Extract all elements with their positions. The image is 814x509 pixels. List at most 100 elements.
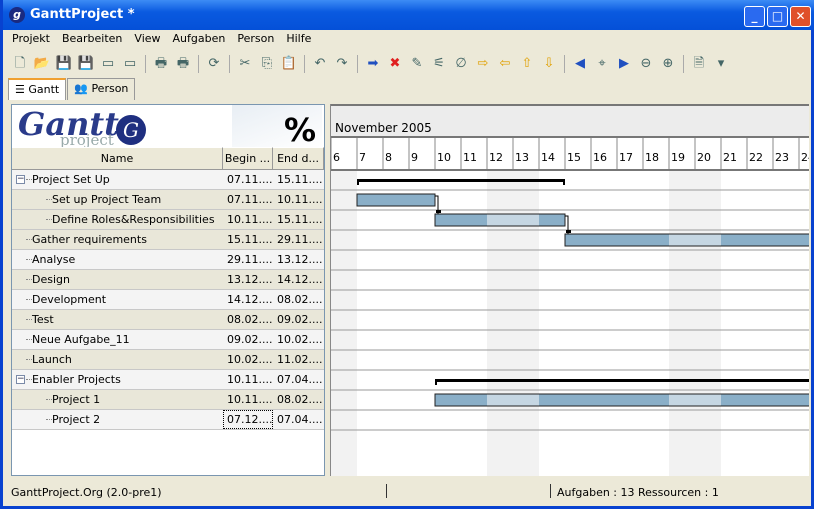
task-name-cell[interactable]: Test bbox=[12, 310, 223, 329]
task-end-cell[interactable]: 29.11.... bbox=[273, 230, 324, 249]
move-down-icon[interactable]: ⇩ bbox=[538, 53, 560, 75]
overflow-icon[interactable]: ▾ bbox=[710, 53, 732, 75]
task-name-cell[interactable]: Design bbox=[12, 270, 223, 289]
task-name-cell[interactable]: Project 2 bbox=[12, 410, 223, 429]
day-label: 6 bbox=[333, 151, 340, 164]
link-icon[interactable]: ∅ bbox=[450, 53, 472, 75]
task-begin-cell[interactable]: 10.11.... bbox=[223, 390, 273, 409]
task-end-cell[interactable]: 11.02.... bbox=[273, 350, 324, 369]
menu-person[interactable]: Person bbox=[231, 30, 280, 50]
table-row[interactable]: − Enabler Projects 10.11.... 07.04.... bbox=[12, 370, 324, 390]
minimize-button[interactable]: _ bbox=[744, 6, 765, 27]
scroll-left-icon[interactable]: ◀ bbox=[569, 53, 591, 75]
print-icon[interactable]: 🖶 bbox=[150, 53, 172, 75]
table-row[interactable]: Launch 10.02.... 11.02.... bbox=[12, 350, 324, 370]
task-end-cell[interactable]: 07.04.... bbox=[273, 370, 324, 389]
task-name-cell[interactable]: Analyse bbox=[12, 250, 223, 269]
task-name-cell[interactable]: Define Roles&Responsibilities bbox=[12, 210, 223, 229]
collapse-icon[interactable]: − bbox=[16, 175, 25, 184]
zoom-in-icon[interactable]: ⊕ bbox=[657, 53, 679, 75]
fit-icon[interactable]: ⌖ bbox=[591, 53, 613, 75]
table-row[interactable]: Test 08.02.... 09.02.... bbox=[12, 310, 324, 330]
task-name-cell[interactable]: Set up Project Team bbox=[12, 190, 223, 209]
outdent-icon[interactable]: ⇦ bbox=[494, 53, 516, 75]
cut-icon[interactable]: ✂ bbox=[234, 53, 256, 75]
task-begin-cell[interactable]: 15.11.... bbox=[223, 230, 273, 249]
task-end-cell[interactable]: 14.12.... bbox=[273, 270, 324, 289]
menu-hilfe[interactable]: Hilfe bbox=[280, 30, 317, 50]
task-end-cell[interactable]: 10.11.... bbox=[273, 190, 324, 209]
maximize-button[interactable]: □ bbox=[767, 6, 788, 27]
task-begin-cell[interactable]: 09.02.... bbox=[223, 330, 273, 349]
task-begin-cell[interactable]: 10.02.... bbox=[223, 350, 273, 369]
task-end-cell[interactable]: 09.02.... bbox=[273, 310, 324, 329]
table-row[interactable]: Set up Project Team 07.11.... 10.11.... bbox=[12, 190, 324, 210]
menu-aufgaben[interactable]: Aufgaben bbox=[167, 30, 232, 50]
task-begin-cell[interactable]: 07.12.... bbox=[223, 410, 273, 429]
table-row[interactable]: Define Roles&Responsibilities 10.11.... 15… bbox=[12, 210, 324, 230]
task-begin-cell[interactable]: 29.11.... bbox=[223, 250, 273, 269]
column-header-begin[interactable]: Begin ... bbox=[223, 147, 273, 170]
indent-icon[interactable]: ⇨ bbox=[472, 53, 494, 75]
tab-gantt[interactable]: ☰ Gantt bbox=[8, 78, 67, 100]
preview2-icon[interactable]: ▭ bbox=[119, 53, 141, 75]
paste-icon[interactable]: 📋 bbox=[278, 53, 300, 75]
toolbar: 🗋 📂 💾 💾 ▭ ▭ 🖶 🖶 ⟳ ✂ ⎘ 📋 ↶ ↷ ➡ ✖ ✎ ⚟ ∅ ⇨ ⇦ ⇧ ⇩ ◀ ⌖ ▶ ⊖ ⊕ 🗎 ▾ bbox=[9, 52, 732, 76]
task-end-cell[interactable]: 15.11.... bbox=[273, 170, 324, 189]
scroll-right-icon[interactable]: ▶ bbox=[613, 53, 635, 75]
task-name-cell[interactable]: Neue Aufgabe_11 bbox=[12, 330, 223, 349]
column-header-name[interactable]: Name bbox=[12, 147, 223, 170]
menu-projekt[interactable]: Projekt bbox=[6, 30, 56, 50]
table-row[interactable]: Neue Aufgabe_11 09.02.... 10.02.... bbox=[12, 330, 324, 350]
collapse-icon[interactable]: − bbox=[16, 375, 25, 384]
task-name-cell[interactable]: Launch bbox=[12, 350, 223, 369]
task-name-cell[interactable]: − Enabler Projects bbox=[12, 370, 223, 389]
task-end-cell[interactable]: 08.02.... bbox=[273, 390, 324, 409]
unlink-icon[interactable]: ⚟ bbox=[428, 53, 450, 75]
zoom-out-icon[interactable]: ⊖ bbox=[635, 53, 657, 75]
redo-icon[interactable]: ↷ bbox=[331, 53, 353, 75]
undo-icon[interactable]: ↶ bbox=[309, 53, 331, 75]
print-preview-icon[interactable]: 🖶 bbox=[172, 53, 194, 75]
new-icon[interactable]: 🗋 bbox=[9, 53, 31, 75]
task-begin-cell[interactable]: 13.12.... bbox=[223, 270, 273, 289]
table-row[interactable]: Design 13.12.... 14.12.... bbox=[12, 270, 324, 290]
close-button[interactable]: ✕ bbox=[790, 6, 811, 27]
tab-person[interactable]: 👥 Person bbox=[67, 78, 136, 100]
task-begin-cell[interactable]: 10.11.... bbox=[223, 210, 273, 229]
table-row[interactable]: Analyse 29.11.... 13.12.... bbox=[12, 250, 324, 270]
task-begin-cell[interactable]: 10.11.... bbox=[223, 370, 273, 389]
task-name-cell[interactable]: Gather requirements bbox=[12, 230, 223, 249]
task-begin-cell[interactable]: 07.11.... bbox=[223, 190, 273, 209]
refresh-icon[interactable]: ⟳ bbox=[203, 53, 225, 75]
task-begin-cell[interactable]: 14.12.... bbox=[223, 290, 273, 309]
table-row[interactable]: Project 1 10.11.... 08.02.... bbox=[12, 390, 324, 410]
column-header-end[interactable]: End d... bbox=[273, 147, 324, 170]
menu-view[interactable]: View bbox=[128, 30, 166, 50]
save-as-icon[interactable]: 💾 bbox=[75, 53, 97, 75]
task-end-cell[interactable]: 15.11.... bbox=[273, 210, 324, 229]
new-task-icon[interactable]: ➡ bbox=[362, 53, 384, 75]
task-properties-icon[interactable]: ✎ bbox=[406, 53, 428, 75]
task-end-cell[interactable]: 10.02.... bbox=[273, 330, 324, 349]
table-row[interactable]: Project 2 07.12.... 07.04.... bbox=[12, 410, 324, 430]
table-row[interactable]: Gather requirements 15.11.... 29.11.... bbox=[12, 230, 324, 250]
table-row[interactable]: Development 14.12.... 08.02.... bbox=[12, 290, 324, 310]
task-begin-cell[interactable]: 08.02.... bbox=[223, 310, 273, 329]
move-up-icon[interactable]: ⇧ bbox=[516, 53, 538, 75]
preview-icon[interactable]: ▭ bbox=[97, 53, 119, 75]
task-name-cell[interactable]: Project 1 bbox=[12, 390, 223, 409]
task-begin-cell[interactable]: 07.11.... bbox=[223, 170, 273, 189]
task-end-cell[interactable]: 07.04.... bbox=[273, 410, 324, 429]
copy-icon[interactable]: ⎘ bbox=[256, 53, 278, 75]
delete-icon[interactable]: ✖ bbox=[384, 53, 406, 75]
publish-icon[interactable]: 🗎 bbox=[688, 53, 710, 75]
task-end-cell[interactable]: 08.02.... bbox=[273, 290, 324, 309]
menu-bearbeiten[interactable]: Bearbeiten bbox=[56, 30, 128, 50]
open-icon[interactable]: 📂 bbox=[31, 53, 53, 75]
task-name-cell[interactable]: − Project Set Up bbox=[12, 170, 223, 189]
save-icon[interactable]: 💾 bbox=[53, 53, 75, 75]
task-name-cell[interactable]: Development bbox=[12, 290, 223, 309]
table-row[interactable]: − Project Set Up 07.11.... 15.11.... bbox=[12, 170, 324, 190]
task-end-cell[interactable]: 13.12.... bbox=[273, 250, 324, 269]
